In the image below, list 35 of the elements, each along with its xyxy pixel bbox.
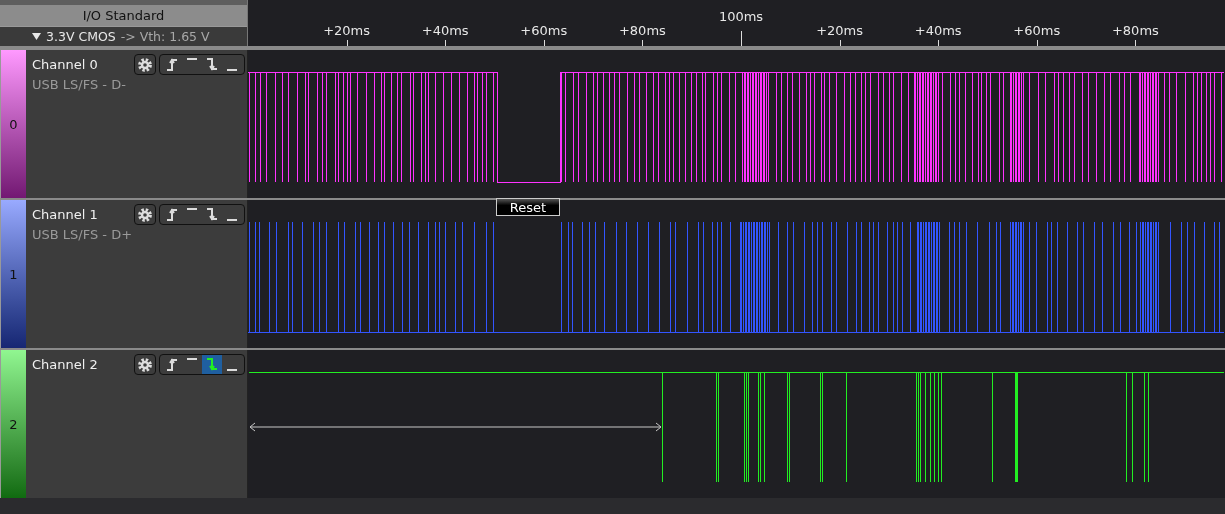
- settings-button[interactable]: [134, 204, 156, 225]
- dropdown-arrow-icon[interactable]: [32, 33, 41, 40]
- rising-edge-icon: [166, 208, 178, 221]
- time-label: +60ms: [1013, 23, 1061, 38]
- settings-button[interactable]: [134, 54, 156, 75]
- channel-number: 2: [9, 416, 18, 432]
- channel-description: USB LS/FS - D-: [32, 77, 126, 92]
- settings-icon: [137, 56, 153, 73]
- panel-header: I/O Standard: [0, 5, 247, 26]
- rising-edge-icon: [166, 58, 178, 71]
- channel-description: USB LS/FS - D+: [32, 227, 133, 242]
- falling-trigger-button[interactable]: [202, 355, 222, 374]
- reset-button[interactable]: Reset: [496, 198, 560, 216]
- settings-button[interactable]: [134, 354, 156, 375]
- time-label: +80ms: [1111, 23, 1159, 38]
- falling-edge-icon: [206, 358, 218, 371]
- time-label: +80ms: [618, 23, 666, 38]
- channel-name[interactable]: Channel 1: [32, 207, 98, 222]
- settings-icon: [137, 206, 153, 223]
- time-label: +40ms: [421, 23, 469, 38]
- time-label: +20ms: [323, 23, 371, 38]
- time-label: 100ms: [718, 9, 764, 24]
- io-standard-value[interactable]: 3.3V CMOS: [46, 29, 116, 44]
- channel-name[interactable]: Channel 2: [32, 357, 98, 372]
- channel-name[interactable]: Channel 0: [32, 57, 98, 72]
- time-label: +20ms: [816, 23, 864, 38]
- rising-edge-icon: [166, 358, 178, 371]
- settings-icon: [137, 356, 153, 373]
- falling-edge-icon: [206, 58, 218, 71]
- time-label: +40ms: [914, 23, 962, 38]
- channel-number: 0: [9, 116, 18, 132]
- falling-edge-icon: [206, 208, 218, 221]
- threshold-label: -> Vth: 1.65 V: [120, 29, 210, 44]
- channel-number: 1: [9, 266, 18, 282]
- time-label: +60ms: [520, 23, 568, 38]
